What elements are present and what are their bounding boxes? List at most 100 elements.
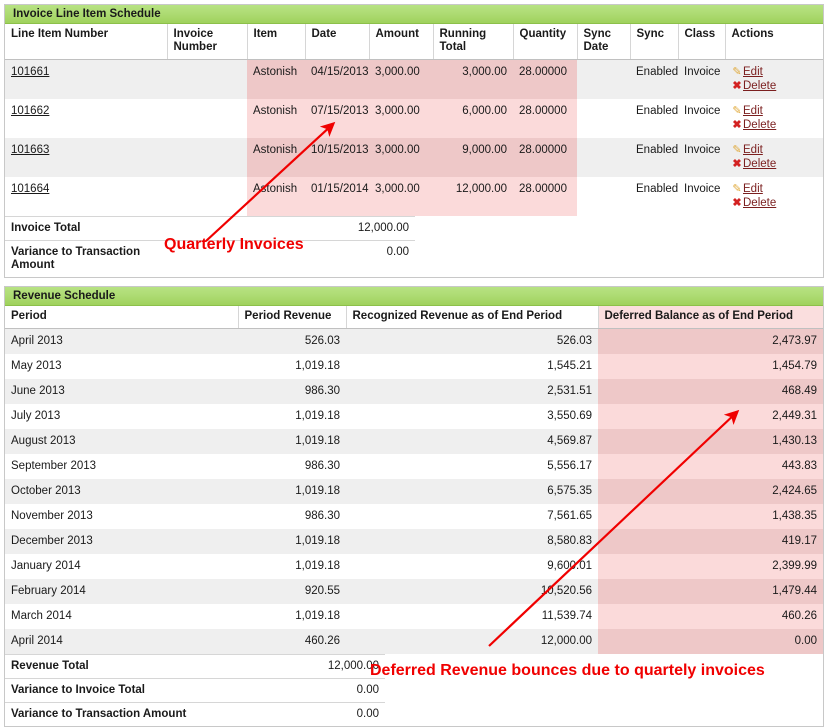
- line-item-number-link[interactable]: 101661: [11, 66, 49, 78]
- table-row: August 2013 1,019.18 4,569.87 1,430.13: [5, 428, 823, 454]
- revenue-schedule-table: Period Period Revenue Recognized Revenue…: [5, 306, 823, 654]
- cell-amount: 3,000.00: [369, 59, 433, 99]
- cell-period: January 2014: [5, 553, 238, 579]
- cell-deferred-balance: 0.00: [598, 628, 823, 654]
- cell-line-item-number: 101661: [5, 59, 167, 99]
- cell-period: November 2013: [5, 503, 238, 529]
- footer-row: Revenue Total 12,000.00: [5, 654, 385, 679]
- cell-period-revenue: 1,019.18: [238, 428, 346, 454]
- table-row: February 2014 920.55 10,520.56 1,479.44: [5, 578, 823, 604]
- table-row: June 2013 986.30 2,531.51 468.49: [5, 378, 823, 404]
- cell-deferred-balance: 2,424.65: [598, 478, 823, 504]
- col-amount[interactable]: Amount: [369, 24, 434, 60]
- cell-recognized-revenue: 2,531.51: [346, 378, 598, 404]
- cell-invoice-number: [167, 98, 247, 138]
- edit-link[interactable]: Edit: [743, 144, 763, 156]
- cell-item: Astonish: [247, 59, 305, 99]
- cell-date: 10/15/2013: [305, 137, 369, 177]
- col-invoice-number[interactable]: Invoice Number: [167, 24, 248, 60]
- cell-period-revenue: 986.30: [238, 378, 346, 404]
- col-sync-date[interactable]: Sync Date: [577, 24, 631, 60]
- col-class[interactable]: Class: [678, 24, 726, 60]
- cell-period-revenue: 986.30: [238, 503, 346, 529]
- col-actions: Actions: [725, 24, 823, 60]
- cell-deferred-balance: 468.49: [598, 378, 823, 404]
- line-item-number-link[interactable]: 101662: [11, 105, 49, 117]
- cell-class: Invoice: [678, 98, 725, 138]
- delete-link[interactable]: Delete: [743, 80, 776, 92]
- cell-date: 04/15/2013: [305, 59, 369, 99]
- cell-deferred-balance: 443.83: [598, 453, 823, 479]
- revenue-table-header-row: Period Period Revenue Recognized Revenue…: [5, 306, 823, 329]
- edit-link[interactable]: Edit: [743, 66, 763, 78]
- table-row: April 2013 526.03 526.03 2,473.97: [5, 328, 823, 354]
- delete-link[interactable]: Delete: [743, 197, 776, 209]
- cell-item: Astonish: [247, 176, 305, 216]
- cell-sync-date: [577, 137, 630, 177]
- col-period-revenue[interactable]: Period Revenue: [238, 306, 347, 329]
- cell-class: Invoice: [678, 176, 725, 216]
- cell-quantity: 28.00000: [513, 176, 577, 216]
- cell-period: December 2013: [5, 528, 238, 554]
- footer-label: Invoice Total: [5, 216, 165, 241]
- cell-deferred-balance: 1,430.13: [598, 428, 823, 454]
- line-item-number-link[interactable]: 101664: [11, 183, 49, 195]
- cell-recognized-revenue: 9,600.01: [346, 553, 598, 579]
- col-period[interactable]: Period: [5, 306, 239, 329]
- edit-link[interactable]: Edit: [743, 105, 763, 117]
- cell-class: Invoice: [678, 59, 725, 99]
- cell-period: June 2013: [5, 378, 238, 404]
- cell-period-revenue: 526.03: [238, 328, 346, 354]
- delete-link[interactable]: Delete: [743, 119, 776, 131]
- cell-deferred-balance: 2,399.99: [598, 553, 823, 579]
- pencil-icon: ✎: [732, 105, 742, 117]
- invoice-line-item-schedule-panel: Invoice Line Item Schedule Line Item Num…: [4, 4, 824, 278]
- cell-invoice-number: [167, 176, 247, 216]
- table-row: October 2013 1,019.18 6,575.35 2,424.65: [5, 478, 823, 504]
- pencil-icon: ✎: [732, 183, 742, 195]
- col-date[interactable]: Date: [305, 24, 370, 60]
- delete-link[interactable]: Delete: [743, 158, 776, 170]
- cell-deferred-balance: 460.26: [598, 603, 823, 629]
- cell-sync: Enabled: [630, 176, 678, 216]
- cell-sync-date: [577, 59, 630, 99]
- cell-sync-date: [577, 98, 630, 138]
- cell-line-item-number: 101662: [5, 98, 167, 138]
- table-row: December 2013 1,019.18 8,580.83 419.17: [5, 528, 823, 554]
- line-item-number-link[interactable]: 101663: [11, 144, 49, 156]
- cell-period: September 2013: [5, 453, 238, 479]
- delete-x-icon: ✖: [732, 119, 742, 131]
- delete-x-icon: ✖: [732, 197, 742, 209]
- col-item[interactable]: Item: [247, 24, 306, 60]
- cell-period-revenue: 460.26: [238, 628, 346, 654]
- cell-item: Astonish: [247, 137, 305, 177]
- cell-actions: ✎Edit ✖Delete: [725, 98, 823, 138]
- cell-line-item-number: 101664: [5, 176, 167, 216]
- col-line-item-number[interactable]: Line Item Number: [5, 24, 168, 60]
- table-row: 101661 Astonish 04/15/2013 3,000.00 3,000.00…: [5, 59, 823, 99]
- col-running-total[interactable]: Running Total: [433, 24, 514, 60]
- cell-running-total: 6,000.00: [433, 98, 513, 138]
- col-deferred-balance[interactable]: Deferred Balance as of End Period: [598, 306, 823, 329]
- cell-period-revenue: 986.30: [238, 453, 346, 479]
- cell-deferred-balance: 1,454.79: [598, 353, 823, 379]
- footer-label: Variance to Transaction Amount: [5, 240, 165, 277]
- invoice-table-header-row: Line Item Number Invoice Number Item Dat…: [5, 24, 823, 60]
- cell-sync-date: [577, 176, 630, 216]
- cell-sync: Enabled: [630, 98, 678, 138]
- col-quantity[interactable]: Quantity: [513, 24, 578, 60]
- cell-period: October 2013: [5, 478, 238, 504]
- invoice-panel-title: Invoice Line Item Schedule: [5, 5, 823, 24]
- cell-period-revenue: 1,019.18: [238, 553, 346, 579]
- col-sync[interactable]: Sync: [630, 24, 679, 60]
- cell-line-item-number: 101663: [5, 137, 167, 177]
- cell-amount: 3,000.00: [369, 98, 433, 138]
- cell-period-revenue: 1,019.18: [238, 528, 346, 554]
- table-row: 101663 Astonish 10/15/2013 3,000.00 9,000.00…: [5, 137, 823, 177]
- cell-recognized-revenue: 6,575.35: [346, 478, 598, 504]
- revenue-schedule-panel: Revenue Schedule Period Period Revenue R…: [4, 286, 824, 727]
- table-row: 101662 Astonish 07/15/2013 3,000.00 6,000.00…: [5, 98, 823, 138]
- cell-period: April 2013: [5, 328, 238, 354]
- col-recognized-revenue[interactable]: Recognized Revenue as of End Period: [346, 306, 599, 329]
- edit-link[interactable]: Edit: [743, 183, 763, 195]
